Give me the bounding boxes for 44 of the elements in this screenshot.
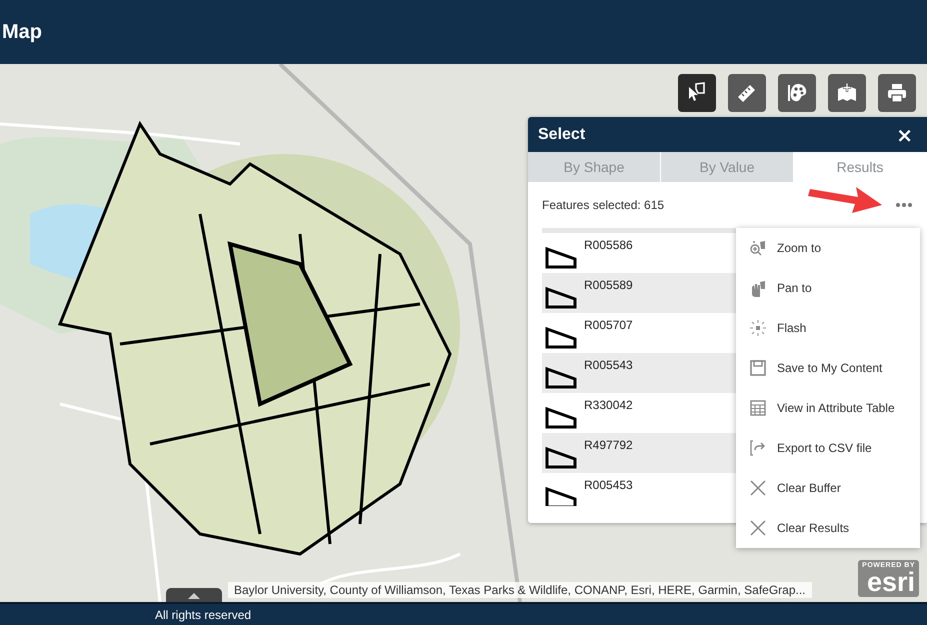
- result-item[interactable]: R005707: [584, 318, 633, 332]
- menu-item[interactable]: Zoom to: [736, 228, 920, 268]
- attribution-text: Baylor University, County of Williamson, Texas Parks & Wildlife, CONANP, Esri, HERE, Garmin, SafeGrap...: [228, 582, 812, 598]
- result-item[interactable]: R330042: [584, 398, 633, 412]
- result-item[interactable]: R005543: [584, 358, 633, 372]
- menu-item[interactable]: Pan to: [736, 268, 920, 308]
- menu-item[interactable]: Export to CSV file: [736, 428, 920, 468]
- parcel-icon: [544, 366, 578, 390]
- zoom-to-icon: [748, 238, 768, 258]
- save-icon: [748, 358, 768, 378]
- toolbar-button[interactable]: [878, 74, 916, 112]
- parcel-icon: [544, 326, 578, 350]
- result-item[interactable]: R005589: [584, 278, 633, 292]
- toolbar-button[interactable]: [778, 74, 816, 112]
- menu-item[interactable]: Flash: [736, 308, 920, 348]
- toolbar-button[interactable]: [728, 74, 766, 112]
- panel-title: Select: [538, 126, 586, 144]
- parcel-icon: [544, 406, 578, 430]
- attribution-toggle[interactable]: [166, 588, 222, 602]
- result-item[interactable]: R497792: [584, 438, 633, 452]
- esri-logo: esri: [866, 569, 915, 595]
- toolbar-button[interactable]: [678, 74, 716, 112]
- more-button[interactable]: [895, 202, 913, 208]
- up-triangle-icon: [187, 592, 201, 600]
- parcel-icon: [544, 446, 578, 470]
- menu-item[interactable]: Save to My Content: [736, 348, 920, 388]
- result-item[interactable]: R005453: [584, 478, 633, 492]
- table-icon: [748, 398, 768, 418]
- flash-icon: [748, 318, 768, 338]
- close-icon: [748, 478, 768, 498]
- footer-text: All rights reserved: [155, 608, 252, 622]
- close-icon: [748, 518, 768, 538]
- menu-item[interactable]: View in Attribute Table: [736, 388, 920, 428]
- menu-item[interactable]: Clear Buffer: [736, 468, 920, 508]
- parcel-icon: [544, 286, 578, 310]
- result-item[interactable]: R005586: [584, 238, 633, 252]
- parcel-icon: [544, 486, 578, 506]
- more-icon: [895, 202, 913, 208]
- close-button[interactable]: ×: [896, 122, 913, 146]
- app-title: Map: [2, 20, 42, 44]
- menu-item[interactable]: Clear Results: [736, 508, 920, 548]
- parcel-icon: [544, 246, 578, 270]
- toolbar-button[interactable]: [828, 74, 866, 112]
- features-count: Features selected: 615: [542, 198, 664, 212]
